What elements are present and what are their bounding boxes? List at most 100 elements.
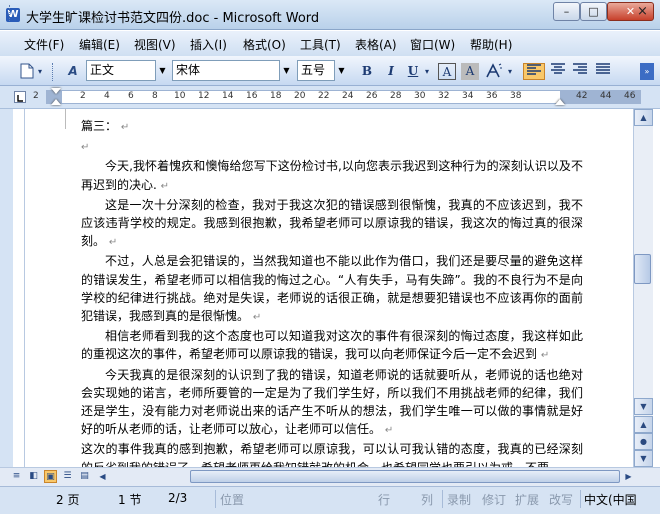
menu-table[interactable]: 表格(A) — [355, 36, 397, 53]
align-center-button[interactable] — [548, 63, 568, 80]
paragraph-mark: ↵ — [108, 237, 118, 249]
ruler-number: 2 — [80, 91, 86, 101]
document-close-icon[interactable]: × — [637, 4, 648, 19]
status-position[interactable]: 位置 — [220, 491, 244, 508]
status-overtype[interactable]: 改写 — [549, 491, 573, 508]
style-dropdown-chevron-icon[interactable]: ▼ — [156, 60, 169, 81]
justify-button[interactable] — [593, 63, 613, 80]
scroll-right-arrow-icon[interactable]: ▶ — [622, 470, 635, 483]
ruler-number: 34 — [462, 91, 474, 101]
underline-dropdown-chevron-icon[interactable]: ▾ — [422, 63, 432, 80]
paragraph-mark: ↵ — [540, 350, 550, 362]
paragraph-mark: ↵ — [252, 312, 262, 324]
italic-button[interactable]: I — [382, 63, 400, 80]
scroll-down-arrow-icon[interactable]: ▼ — [634, 398, 653, 415]
maximize-button[interactable]: □ — [580, 2, 607, 21]
status-track-changes[interactable]: 修订 — [482, 491, 506, 508]
status-column[interactable]: 列 — [421, 491, 433, 508]
hanging-indent-marker[interactable] — [51, 99, 61, 105]
character-shading-button[interactable]: A — [461, 63, 479, 80]
menu-edit[interactable]: 编辑(E) — [79, 36, 120, 53]
vertical-scroll-thumb[interactable] — [634, 254, 651, 284]
status-record-macro[interactable]: 录制 — [447, 491, 471, 508]
status-divider — [215, 490, 216, 508]
normal-view-icon[interactable]: ≡ — [10, 470, 23, 483]
font-size-dropdown-chevron-icon[interactable]: ▼ — [335, 60, 348, 81]
document-paragraph[interactable]: 今天,我怀着愧疚和懊悔给您写下这份检讨书,以向您表示我迟到这种行为的深刻认识以及… — [81, 157, 583, 195]
vertical-ruler[interactable] — [13, 109, 25, 467]
ruler-number: 32 — [438, 91, 450, 101]
ruler-number: 42 — [576, 91, 588, 101]
minimize-button[interactable]: – — [553, 2, 580, 21]
toolbar-grip-handle[interactable] — [52, 63, 56, 81]
select-browse-object-icon[interactable]: ● — [634, 433, 653, 450]
ruler-number: 16 — [246, 91, 258, 101]
menu-view[interactable]: 视图(V) — [134, 36, 176, 53]
text-effects-dropdown-chevron-icon[interactable]: ▾ — [505, 63, 515, 80]
ruler-number: 44 — [600, 91, 612, 101]
web-layout-view-icon[interactable]: ◧ — [27, 470, 40, 483]
scroll-left-arrow-icon[interactable]: ◀ — [96, 470, 109, 483]
tab-selector-icon[interactable] — [14, 91, 26, 103]
document-paragraph[interactable]: 不过，人总是会犯错误的，当然我知道也不能以此作为借口，我们还是要尽量的避免这样的… — [81, 252, 583, 327]
menu-tools[interactable]: 工具(T) — [300, 36, 341, 53]
menu-insert[interactable]: 插入(I) — [190, 36, 227, 53]
styles-and-formatting-icon[interactable]: A — [62, 63, 84, 80]
document-page[interactable]: 篇三： ↵ ↵ 今天,我怀着愧疚和懊悔给您写下这份检讨书,以向您表示我迟到这种行… — [25, 109, 633, 467]
document-heading[interactable]: 篇三： ↵ — [81, 117, 583, 137]
font-dropdown-chevron-icon[interactable]: ▼ — [280, 60, 293, 81]
ruler-number: 2 — [33, 91, 39, 101]
align-right-button[interactable] — [570, 63, 590, 80]
horizontal-scroll-thumb[interactable] — [190, 470, 620, 483]
status-language[interactable]: 中文(中国 — [584, 491, 646, 508]
menu-format[interactable]: 格式(O) — [243, 36, 286, 53]
outline-view-icon[interactable]: ☰ — [61, 470, 74, 483]
paragraph-mark: ↵ — [160, 180, 170, 192]
document-paragraph[interactable]: 相信老师看到我的这个态度也可以知道我对这次的事件有很深刻的悔过态度，我这样如此的… — [81, 327, 583, 365]
next-page-icon[interactable]: ▼ — [634, 450, 653, 467]
new-document-icon[interactable] — [18, 63, 36, 80]
menu-grip-handle[interactable] — [9, 5, 13, 21]
font-size-select[interactable]: 五号 — [297, 60, 335, 81]
scroll-up-arrow-icon[interactable]: ▲ — [634, 109, 653, 126]
first-line-indent-marker[interactable] — [51, 88, 61, 94]
previous-page-icon[interactable]: ▲ — [634, 416, 653, 433]
menu-file[interactable]: 文件(F) — [24, 36, 64, 53]
reading-layout-view-icon[interactable]: ▤ — [78, 470, 91, 483]
status-page[interactable]: 2 页 — [56, 491, 79, 508]
ruler-number: 18 — [270, 91, 282, 101]
ruler-number: 8 — [152, 91, 158, 101]
status-section[interactable]: 1 节 — [118, 491, 141, 508]
status-divider — [580, 490, 581, 508]
status-line[interactable]: 行 — [378, 491, 390, 508]
status-page-count[interactable]: 2/3 — [168, 491, 187, 505]
toolbar-options-chevron-icon[interactable]: ▾ — [36, 63, 44, 80]
ruler-number: 38 — [510, 91, 522, 101]
left-margin-bar — [0, 109, 13, 467]
ruler-number: 22 — [318, 91, 330, 101]
ruler-number: 24 — [342, 91, 354, 101]
document-paragraph[interactable]: 这次的事件我真的感到抱歉，希望老师可以原谅我，可以认可我认错的态度，我真的已经深… — [81, 440, 583, 467]
window-title: 大学生旷课检讨书范文四份.doc - Microsoft Word — [26, 11, 320, 26]
underline-button[interactable]: U — [405, 63, 421, 80]
document-paragraph[interactable]: 今天我真的是很深刻的认识到了我的错误，知道老师说的话就要听从，老师说的话也绝对会… — [81, 366, 583, 441]
menu-window[interactable]: 窗口(W) — [410, 36, 455, 53]
style-select[interactable]: 正文 — [86, 60, 156, 81]
ruler-number: 12 — [198, 91, 210, 101]
ruler-number: 20 — [294, 91, 306, 101]
toolbar-overflow-chevron-icon[interactable]: » — [640, 63, 654, 80]
character-border-button[interactable]: A — [438, 63, 456, 80]
document-paragraph[interactable]: 这是一次十分深刻的检查，我对于我这次犯的错误感到很惭愧，我真的不应该迟到，我不应… — [81, 196, 583, 253]
ruler-number: 28 — [390, 91, 402, 101]
document-body[interactable]: 篇三： ↵ ↵ 今天,我怀着愧疚和懊悔给您写下这份检讨书,以向您表示我迟到这种行… — [81, 117, 583, 467]
status-extend-selection[interactable]: 扩展 — [515, 491, 539, 508]
align-left-button[interactable] — [523, 63, 545, 80]
font-select[interactable]: 宋体 — [172, 60, 280, 81]
bold-button[interactable]: B — [358, 63, 376, 80]
right-indent-marker[interactable] — [555, 99, 565, 105]
ruler-number: 30 — [414, 91, 426, 101]
menu-help[interactable]: 帮助(H) — [470, 36, 512, 53]
text-effects-icon[interactable] — [484, 63, 504, 80]
empty-paragraph[interactable]: ↵ — [81, 137, 583, 157]
print-layout-view-icon[interactable]: ▣ — [44, 470, 57, 483]
